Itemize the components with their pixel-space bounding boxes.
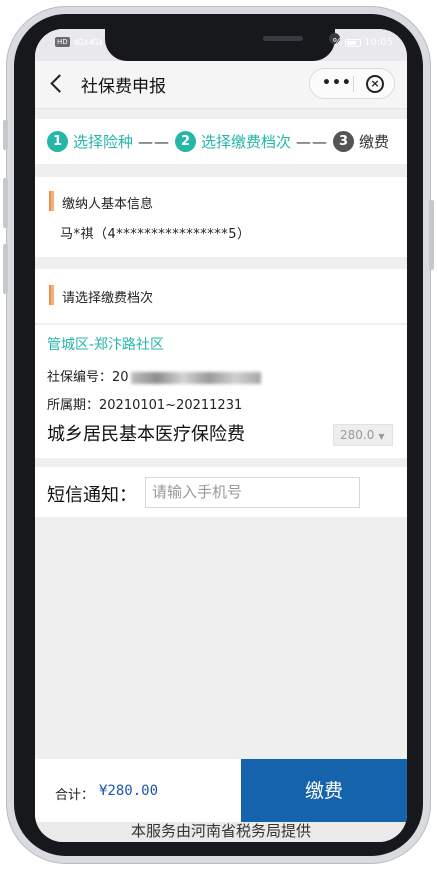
phone-screen: HD 4G.ıl 4G.ıl % 10:05 社保费申报 ••• × 1 选择险… <box>35 29 407 842</box>
social-number-value: 20 <box>112 370 129 385</box>
mini-program-capsule: ••• × <box>309 68 395 99</box>
mute-switch <box>3 120 8 150</box>
pay-button[interactable]: 缴费 <box>241 759 407 823</box>
battery-percent: % <box>332 37 343 48</box>
grade-heading: 请选择缴费档次 <box>62 291 154 306</box>
grade-heading-card: 请选择缴费档次 <box>35 269 407 323</box>
volume-up-button <box>3 178 8 228</box>
section-accent-bar <box>49 285 54 305</box>
phone-input[interactable]: 请输入手机号 <box>145 477 360 508</box>
total-label: 合计： <box>55 788 95 803</box>
redacted-number <box>130 371 261 384</box>
section-accent-bar <box>49 191 54 211</box>
step-2-badge: 2 <box>175 131 197 152</box>
step-separator: —— <box>138 132 171 151</box>
provider-note: 本服务由河南省税务局提供 <box>35 822 407 842</box>
hd-badge: HD <box>55 37 70 47</box>
close-icon[interactable]: × <box>366 75 384 93</box>
taxpayer-info-card: 缴纳人基本信息 马*祺（4****************5） <box>35 177 407 257</box>
capsule-divider <box>353 76 354 92</box>
status-left: HD 4G.ıl 4G.ıl <box>55 37 103 47</box>
nav-bar: 社保费申报 ••• × <box>35 61 407 109</box>
period-value: 20210101~20211231 <box>99 398 243 413</box>
social-number-row: 社保编号：20 <box>47 366 261 385</box>
more-icon[interactable]: ••• <box>322 75 352 91</box>
taxpayer-heading: 缴纳人基本信息 <box>62 197 154 212</box>
step-2-label: 选择缴费档次 <box>201 133 292 151</box>
step-1-label: 选择险种 <box>73 133 134 151</box>
status-time: 10:05 <box>364 37 393 48</box>
step-3-badge: 3 <box>333 131 355 152</box>
taxpayer-name-id: 马*祺（4****************5） <box>60 227 251 242</box>
power-button <box>429 200 434 270</box>
step-1-badge: 1 <box>47 131 68 152</box>
amount-select[interactable]: 280.0 ▼ <box>333 424 393 446</box>
volume-down-button <box>3 244 8 294</box>
social-number-label: 社保编号： <box>47 370 113 385</box>
step-3-label: 缴费 <box>359 133 390 151</box>
status-bar: HD 4G.ıl 4G.ıl % 10:05 <box>35 29 407 61</box>
region-label: 管城区-郑汴路社区 <box>47 337 165 353</box>
step-separator: —— <box>296 132 329 151</box>
sms-label: 短信通知： <box>47 485 137 506</box>
total-amount: ¥280.00 <box>99 783 159 799</box>
signal-icon: 4G.ıl 4G.ıl <box>73 37 103 47</box>
step-indicator: 1 选择险种 —— 2 选择缴费档次 —— 3 缴费 <box>35 119 407 164</box>
period-row: 所属期：20210101~20211231 <box>47 394 242 413</box>
dropdown-arrow-icon: ▼ <box>378 432 385 441</box>
period-label: 所属期： <box>47 398 100 413</box>
speaker <box>263 36 303 41</box>
footer-bar: 合计： ¥280.00 缴费 <box>35 759 407 823</box>
amount-select-value: 280.0 <box>340 428 375 442</box>
back-icon[interactable] <box>50 74 69 93</box>
insurance-name: 城乡居民基本医疗保险费 <box>47 424 245 445</box>
page-title: 社保费申报 <box>81 77 166 97</box>
status-right: % 10:05 <box>333 37 393 48</box>
notch <box>105 29 340 61</box>
battery-icon <box>345 38 362 47</box>
